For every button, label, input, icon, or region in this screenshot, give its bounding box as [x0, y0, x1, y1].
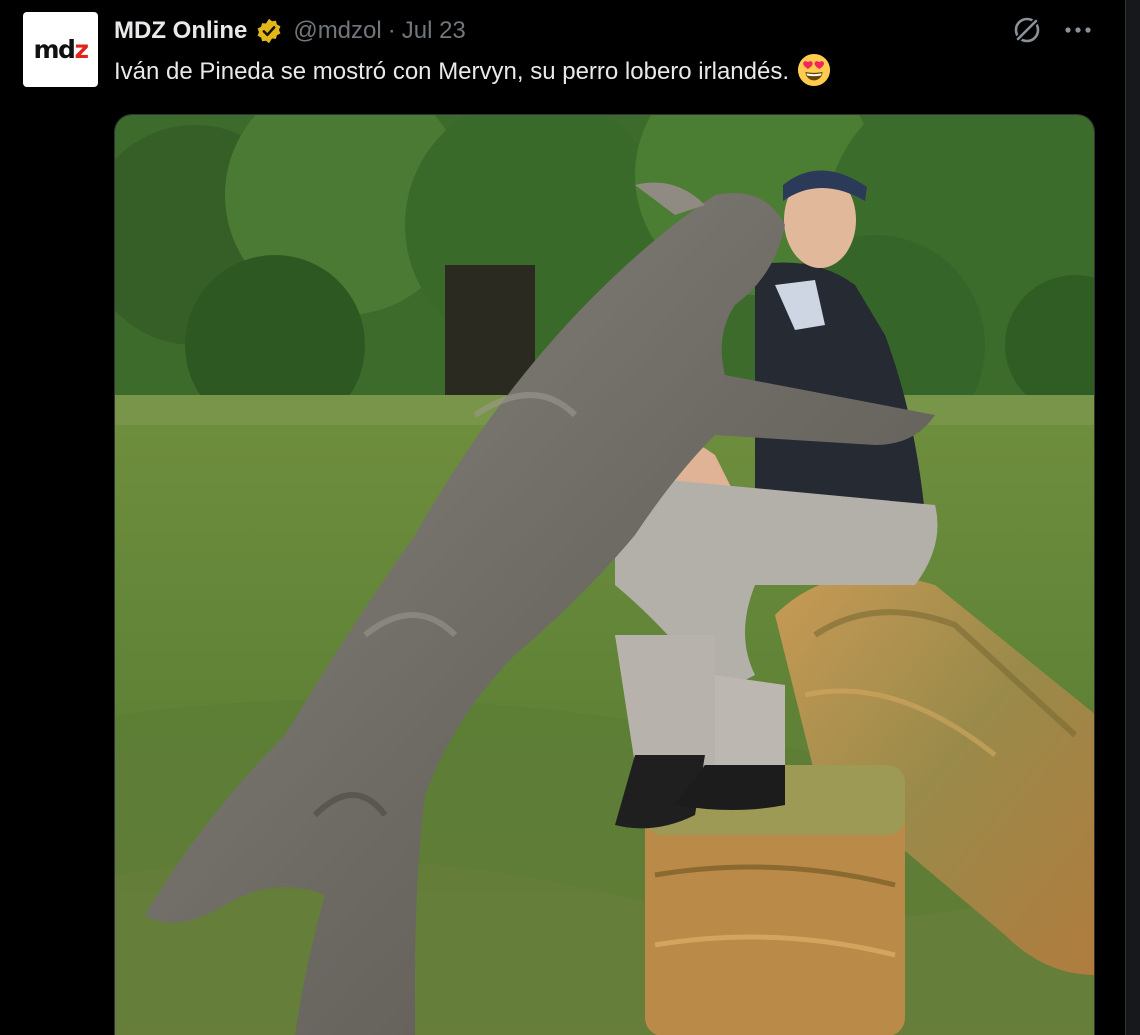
scrollbar-track[interactable]: [1125, 0, 1140, 1035]
mdz-logo: mdz: [33, 35, 89, 64]
avatar[interactable]: mdz: [23, 12, 98, 87]
display-name[interactable]: MDZ Online: [114, 17, 247, 45]
tweet-article[interactable]: mdz MDZ Online @mdzol · Jul 23 Iván de P…: [0, 0, 1140, 1035]
photo-man-with-irish-wolfhound: [115, 115, 1094, 1035]
grok-icon[interactable]: [1011, 14, 1043, 46]
tweet-header: MDZ Online @mdzol · Jul 23: [114, 14, 466, 48]
timestamp[interactable]: Jul 23: [402, 17, 466, 45]
separator-dot: ·: [387, 17, 396, 44]
tweet-text: Iván de Pineda se mostró con Mervyn, su …: [114, 53, 831, 90]
more-options-icon[interactable]: [1062, 19, 1094, 41]
verified-badge-icon[interactable]: [255, 17, 283, 45]
tweet-text-content: Iván de Pineda se mostró con Mervyn, su …: [114, 58, 790, 85]
tweet-photo[interactable]: [114, 114, 1095, 1035]
handle[interactable]: @mdzol: [293, 17, 381, 45]
smiling-face-with-heart-eyes-icon: [797, 53, 831, 86]
